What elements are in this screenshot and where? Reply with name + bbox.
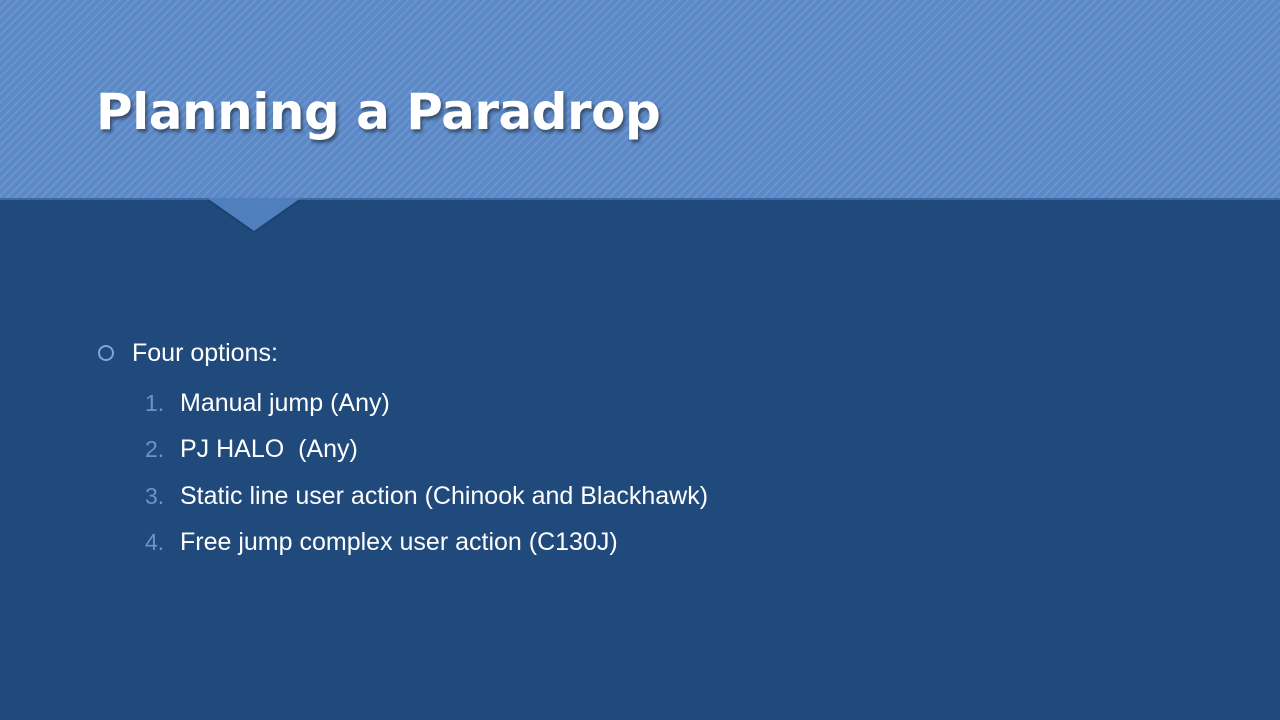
option-text: Manual jump (Any) <box>180 388 390 417</box>
slide: Planning a Paradrop Four options: 1. Man… <box>0 0 1280 720</box>
option-item-4: 4. Free jump complex user action (C130J) <box>98 520 1198 567</box>
slide-title: Planning a Paradrop <box>96 83 661 141</box>
header-pointer-decoration <box>207 198 301 231</box>
option-number: 2. <box>145 436 165 463</box>
bullet-item: Four options: <box>98 334 1198 372</box>
option-item-2: 2. PJ HALO (Any) <box>98 427 1198 474</box>
option-number: 1. <box>145 389 165 416</box>
option-number: 3. <box>145 482 165 509</box>
option-text: Static line user action (Chinook and Bla… <box>180 481 709 510</box>
option-text: PJ HALO (Any) <box>180 435 358 464</box>
hollow-circle-bullet-icon <box>98 345 114 361</box>
option-number: 4. <box>145 529 165 556</box>
header-divider <box>0 198 1280 200</box>
option-item-3: 3. Static line user action (Chinook and … <box>98 473 1198 520</box>
bullet-text: Four options: <box>132 338 278 367</box>
option-text: Free jump complex user action (C130J) <box>180 528 618 557</box>
options-list: 1. Manual jump (Any) 2. PJ HALO (Any) 3.… <box>98 380 1198 566</box>
option-item-1: 1. Manual jump (Any) <box>98 380 1198 427</box>
slide-content: Four options: 1. Manual jump (Any) 2. PJ… <box>98 334 1198 566</box>
